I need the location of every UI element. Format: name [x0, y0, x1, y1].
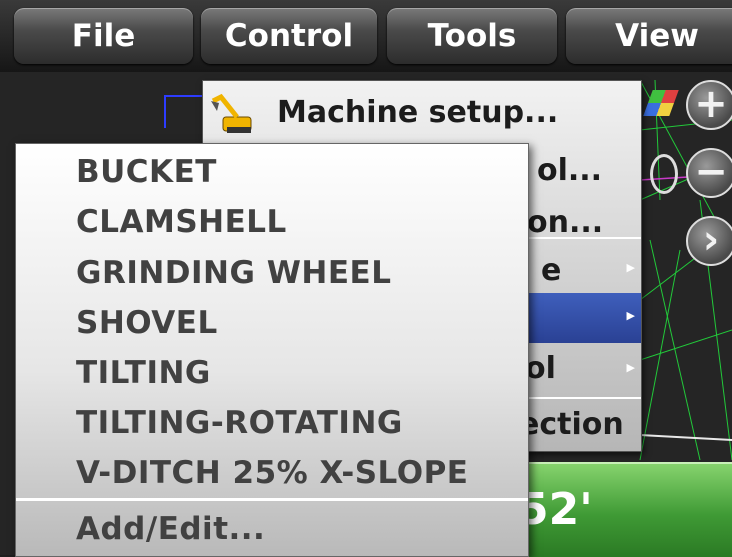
machine-view-icon [650, 154, 678, 194]
submenu-item-tilting[interactable]: TILTING [76, 355, 211, 391]
excavator-icon [209, 91, 255, 135]
chevron-right-icon: › [702, 217, 720, 263]
bucket-type-submenu: BUCKET CLAMSHELL GRINDING WHEEL SHOVEL T… [15, 143, 529, 557]
menu-file[interactable]: File [14, 8, 193, 64]
add-edit-item[interactable]: Add/Edit... [76, 511, 265, 547]
submenu-item-shovel[interactable]: SHOVEL [76, 305, 218, 341]
zoom-out-button[interactable]: − [686, 148, 732, 198]
menu-bar: File Control Tools View [0, 0, 732, 72]
menu-view[interactable]: View [566, 8, 732, 64]
control-item-3-label: on... [527, 205, 604, 240]
zoom-in-button[interactable]: + [686, 80, 732, 130]
control-item-7-label: ection [519, 407, 624, 442]
control-item-6-label: ol [525, 351, 556, 386]
control-item-2-label: ol... [537, 153, 603, 188]
next-button[interactable]: › [686, 216, 732, 266]
cut-fill-value: 52' [518, 484, 593, 535]
submenu-item-v-ditch[interactable]: V-DITCH 25% X-SLOPE [76, 455, 468, 491]
menu-tools[interactable]: Tools [387, 8, 557, 64]
control-item-4-label: e [541, 253, 562, 288]
menu-separator [16, 498, 528, 501]
zoom-out-icon: − [694, 149, 728, 195]
submenu-item-bucket[interactable]: BUCKET [76, 154, 217, 190]
zoom-in-icon: + [694, 81, 728, 127]
submenu-item-clamshell[interactable]: CLAMSHELL [76, 204, 287, 240]
menu-control[interactable]: Control [201, 8, 377, 64]
submenu-item-tilting-rotating[interactable]: TILTING-ROTATING [76, 405, 403, 441]
machine-setup-item[interactable]: Machine setup... [203, 87, 641, 135]
submenu-arrow-icon: ▶ [626, 309, 635, 322]
submenu-item-grinding-wheel[interactable]: GRINDING WHEEL [76, 255, 392, 291]
submenu-arrow-icon: ▶ [626, 361, 635, 374]
submenu-arrow-icon: ▶ [626, 261, 635, 274]
machine-setup-label: Machine setup... [277, 95, 559, 130]
